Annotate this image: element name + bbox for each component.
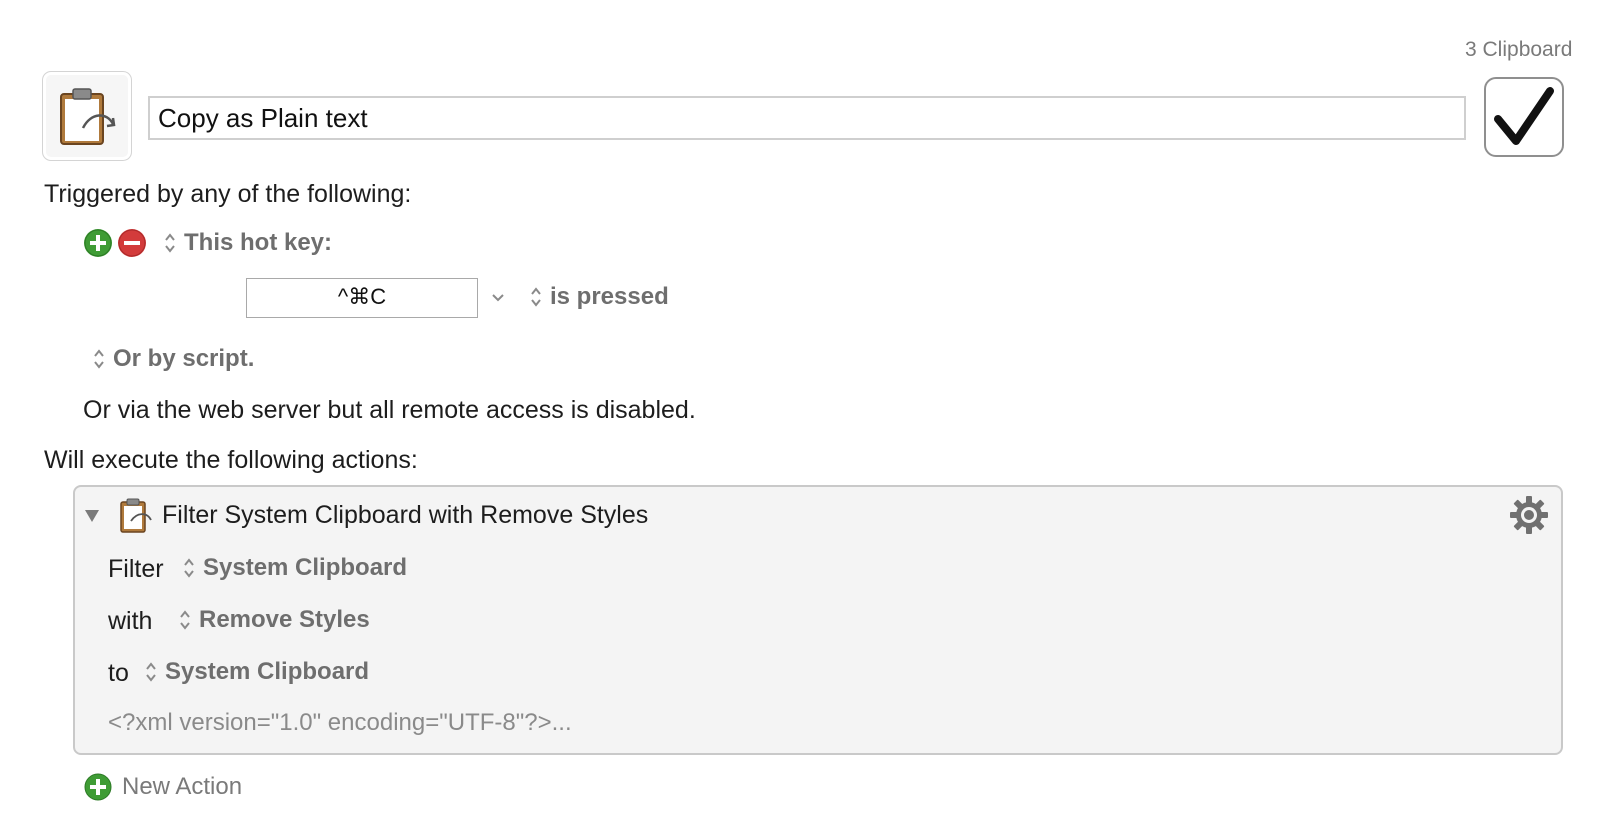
hotkey-condition-popup[interactable]: is pressed xyxy=(530,283,669,311)
clipboard-icon xyxy=(60,88,116,145)
disclosure-triangle-icon[interactable] xyxy=(83,507,101,525)
triggers-heading: Triggered by any of the following: xyxy=(44,180,412,208)
updown-arrows-icon xyxy=(94,349,104,369)
script-trigger-popup[interactable]: Or by script. xyxy=(93,345,254,373)
macro-enabled-checkbox[interactable] xyxy=(1484,77,1564,157)
filter-source-popup[interactable]: System Clipboard xyxy=(183,554,407,582)
clipboard-icon xyxy=(120,498,152,533)
web-server-note: Or via the web server but all remote acc… xyxy=(83,396,696,424)
updown-arrows-icon xyxy=(165,233,175,253)
action-xml-preview: <?xml version="1.0" encoding="UTF-8"?>..… xyxy=(108,709,572,736)
hotkey-field[interactable]: ^⌘C xyxy=(246,278,478,318)
checkmark-icon xyxy=(1494,87,1554,145)
updown-arrows-icon xyxy=(184,558,194,578)
new-action-add-button[interactable] xyxy=(84,773,112,801)
macro-name-field[interactable]: Copy as Plain text xyxy=(148,96,1466,140)
filter-destination-value: System Clipboard xyxy=(165,658,370,685)
macro-icon-well[interactable] xyxy=(42,71,132,161)
script-trigger-label: Or by script. xyxy=(113,345,255,372)
filter-destination-popup[interactable]: System Clipboard xyxy=(145,658,369,686)
add-trigger-button[interactable] xyxy=(84,229,112,257)
actions-heading: Will execute the following actions: xyxy=(44,446,418,474)
trigger-type-label: This hot key: xyxy=(184,229,333,256)
macro-group-label: 3 Clipboard xyxy=(1465,38,1573,61)
filter-source-value: System Clipboard xyxy=(203,554,408,581)
action-title: Filter System Clipboard with Remove Styl… xyxy=(162,501,649,529)
with-label: with xyxy=(108,607,153,635)
remove-trigger-button[interactable] xyxy=(118,229,146,257)
hotkey-condition-label: is pressed xyxy=(550,283,669,310)
hotkey-menu-chevron-icon[interactable] xyxy=(490,290,506,306)
updown-arrows-icon xyxy=(146,662,156,682)
filter-type-popup[interactable]: Remove Styles xyxy=(179,606,370,634)
plus-circle-icon xyxy=(84,773,112,801)
filter-type-value: Remove Styles xyxy=(199,606,370,633)
to-label: to xyxy=(108,659,129,687)
trigger-type-popup[interactable]: This hot key: xyxy=(164,229,332,257)
new-action-label[interactable]: New Action xyxy=(122,773,242,801)
action-filter-clipboard[interactable]: Filter System Clipboard with Remove Styl… xyxy=(73,485,1563,755)
plus-circle-icon xyxy=(84,229,112,257)
filter-label: Filter xyxy=(108,555,164,583)
updown-arrows-icon xyxy=(180,610,190,630)
gear-icon[interactable] xyxy=(1509,495,1549,535)
minus-circle-icon xyxy=(118,229,146,257)
updown-arrows-icon xyxy=(531,287,541,307)
